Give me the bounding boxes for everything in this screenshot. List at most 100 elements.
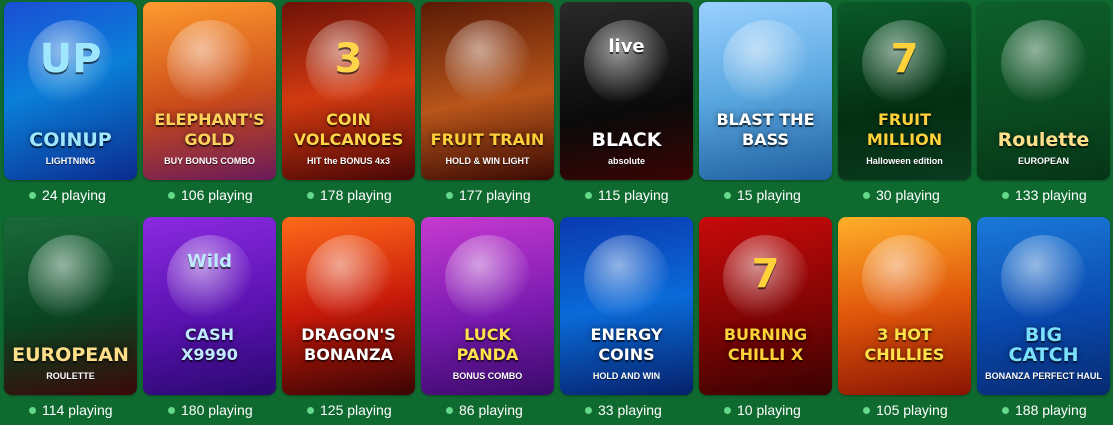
game-tile[interactable]: Roulette EUROPEAN xyxy=(977,2,1110,180)
player-count: 114 playing xyxy=(4,395,137,425)
game-title: FRUIT TRAIN xyxy=(430,130,545,149)
online-dot-icon xyxy=(168,191,175,199)
player-count-label: 115 playing xyxy=(598,187,669,203)
online-dot-icon xyxy=(168,406,175,414)
player-count-label: 10 playing xyxy=(737,402,801,418)
online-dot-icon xyxy=(724,191,731,199)
player-count-label: 180 playing xyxy=(181,402,253,418)
game-subtitle: Halloween edition xyxy=(866,156,943,166)
game-subtitle: BONANZA PERFECT HAUL xyxy=(985,371,1102,381)
game-tile[interactable]: 7 FRUIT MILLION Halloween edition xyxy=(838,2,971,180)
game-title: BLACK xyxy=(591,129,662,151)
game-title: BLAST THE BASS xyxy=(716,110,815,149)
game-title: CASH X9990 xyxy=(181,325,238,364)
player-count: 10 playing xyxy=(699,395,832,425)
game-subtitle: BONUS COMBO xyxy=(452,371,523,381)
player-count-label: 86 playing xyxy=(459,402,523,418)
game-subtitle: BUY BONUS COMBO xyxy=(164,156,255,166)
player-count: 125 playing xyxy=(282,395,415,425)
player-count-label: 125 playing xyxy=(320,402,392,418)
game-tile[interactable]: ENERGY COINS HOLD AND WIN xyxy=(560,217,693,395)
game-tile[interactable]: EUROPEAN ROULETTE xyxy=(4,217,137,395)
player-count: 24 playing xyxy=(4,180,137,210)
fruit-icon xyxy=(166,235,253,321)
player-count-label: 133 playing xyxy=(1015,187,1087,203)
game-subtitle: HOLD & WIN LIGHT xyxy=(445,156,530,166)
online-dot-icon xyxy=(307,406,314,414)
game-title: EUROPEAN xyxy=(12,344,129,366)
fisherman-icon xyxy=(722,20,809,106)
tile-badge-text: 3 xyxy=(334,36,363,82)
game-subtitle: HIT the BONUS 4x3 xyxy=(306,156,391,166)
player-count-label: 15 playing xyxy=(737,187,801,203)
player-count-label: 177 playing xyxy=(459,187,531,203)
game-title: Roulette xyxy=(997,129,1090,151)
game-subtitle: EUROPEAN xyxy=(1017,156,1069,166)
player-count: 106 playing xyxy=(143,180,276,210)
player-count: 30 playing xyxy=(838,180,971,210)
roulette-wheel-icon xyxy=(583,20,670,106)
game-tile[interactable]: 3 COIN VOLCANOES HIT the BONUS 4x3 xyxy=(282,2,415,180)
dragon-icon xyxy=(305,235,392,321)
mariachi-icon xyxy=(861,235,948,321)
game-tile[interactable]: LUCK PANDA BONUS COMBO xyxy=(421,217,554,395)
player-count-label: 114 playing xyxy=(42,402,113,418)
game-title: 3 HOT CHILLIES xyxy=(864,325,945,364)
roulette-wheel-icon xyxy=(27,235,114,321)
roulette-wheel-icon xyxy=(1000,20,1087,106)
game-tile[interactable]: DRAGON'S BONANZA xyxy=(282,217,415,395)
online-dot-icon xyxy=(29,406,36,414)
game-grid: UP COINUP LIGHTNING ELEPHANT'S GOLD BUY BONU… xyxy=(4,2,1110,425)
game-title: DRAGON'S BONANZA xyxy=(301,325,396,364)
player-count: 15 playing xyxy=(699,180,832,210)
tile-badge-text: Wild xyxy=(186,251,233,272)
train-icon xyxy=(444,20,531,106)
online-dot-icon xyxy=(724,406,731,414)
player-count-label: 188 playing xyxy=(1015,402,1087,418)
game-title: COIN VOLCANOES xyxy=(293,110,404,149)
player-count: 133 playing xyxy=(977,180,1110,210)
game-title: BIG CATCH xyxy=(1008,324,1079,366)
player-count-label: 24 playing xyxy=(42,187,106,203)
online-dot-icon xyxy=(29,191,36,199)
game-tile[interactable]: 3 HOT CHILLIES xyxy=(838,217,971,395)
game-subtitle: absolute xyxy=(607,156,645,166)
game-tile[interactable]: Wild CASH X9990 xyxy=(143,217,276,395)
game-title: ELEPHANT'S GOLD xyxy=(154,110,265,149)
game-tile[interactable]: 7 BURNING CHILLI X xyxy=(699,217,832,395)
game-tile[interactable]: BIG CATCH BONANZA PERFECT HAUL xyxy=(977,217,1110,395)
game-tile[interactable]: live BLACK absolute xyxy=(560,2,693,180)
player-count-label: 178 playing xyxy=(320,187,392,203)
player-count-label: 106 playing xyxy=(181,187,253,203)
game-title: COINUP xyxy=(29,129,112,151)
game-tile[interactable]: BLAST THE BASS xyxy=(699,2,832,180)
player-count-label: 105 playing xyxy=(876,402,948,418)
game-subtitle: HOLD AND WIN xyxy=(592,371,661,381)
game-tile[interactable]: UP COINUP LIGHTNING xyxy=(4,2,137,180)
player-count: 177 playing xyxy=(421,180,554,210)
game-title: FRUIT MILLION xyxy=(866,110,943,149)
elephant-icon xyxy=(166,20,253,106)
online-dot-icon xyxy=(307,191,314,199)
game-title: BURNING CHILLI X xyxy=(723,325,808,364)
player-count: 33 playing xyxy=(560,395,693,425)
player-count: 86 playing xyxy=(421,395,554,425)
lightning-coin-icon xyxy=(583,235,670,321)
player-count-label: 30 playing xyxy=(876,187,940,203)
online-dot-icon xyxy=(585,406,592,414)
panda-icon xyxy=(444,235,531,321)
player-count: 180 playing xyxy=(143,395,276,425)
player-count: 115 playing xyxy=(560,180,693,210)
online-dot-icon xyxy=(1002,191,1009,199)
game-tile[interactable]: FRUIT TRAIN HOLD & WIN LIGHT xyxy=(421,2,554,180)
game-subtitle: ROULETTE xyxy=(46,371,95,381)
player-count: 105 playing xyxy=(838,395,971,425)
online-dot-icon xyxy=(446,406,453,414)
player-count-label: 33 playing xyxy=(598,402,662,418)
tile-badge-text: 7 xyxy=(890,36,919,82)
game-tile[interactable]: ELEPHANT'S GOLD BUY BONUS COMBO xyxy=(143,2,276,180)
tile-badge-text: live xyxy=(608,36,645,57)
game-title: LUCK PANDA xyxy=(456,325,519,364)
online-dot-icon xyxy=(863,406,870,414)
game-title: ENERGY COINS xyxy=(590,325,663,364)
